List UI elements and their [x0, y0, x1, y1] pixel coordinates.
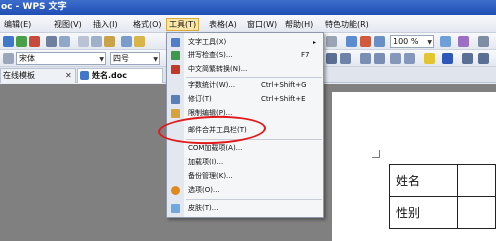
- print-icon[interactable]: [46, 36, 57, 47]
- tab-online-templates[interactable]: 在线模板 ✕: [0, 68, 76, 83]
- revision-icon: [171, 95, 180, 104]
- menu-format[interactable]: 格式(O): [131, 18, 164, 31]
- close-icon[interactable]: ✕: [65, 69, 72, 83]
- menu-special[interactable]: 特色功能(R): [323, 18, 371, 31]
- extra-icon[interactable]: [458, 36, 469, 47]
- menu-item-com-addins[interactable]: COM加载项(A)...: [167, 142, 323, 155]
- menu-item-chinese-conversion[interactable]: 中文简繁转换(N)...: [167, 63, 323, 76]
- menu-tools[interactable]: 工具(T): [166, 18, 200, 31]
- line-spacing-icon[interactable]: [340, 53, 351, 64]
- cut-icon[interactable]: [78, 36, 89, 47]
- menu-item-label: 选项(O)...: [188, 186, 220, 194]
- text-direction-icon[interactable]: [478, 53, 489, 64]
- format-painter-icon[interactable]: [134, 36, 145, 47]
- lock-icon: [171, 109, 180, 118]
- highlight-icon[interactable]: [424, 53, 435, 64]
- doc-icon: [80, 71, 89, 80]
- menu-item-shortcut: Ctrl+Shift+E: [261, 95, 306, 103]
- menu-help[interactable]: 帮助(H): [283, 18, 315, 31]
- menu-item-backup-manager[interactable]: 备份管理(K)...: [167, 170, 323, 183]
- chevron-down-icon: ▼: [99, 56, 104, 63]
- chinese-conversion-icon: [171, 65, 180, 74]
- paste-icon[interactable]: [104, 36, 115, 47]
- tab-label: 姓名.doc: [92, 71, 128, 80]
- char-border-icon[interactable]: [462, 53, 473, 64]
- help-icon[interactable]: [440, 36, 451, 47]
- menu-item-addins[interactable]: 加载项(I)...: [167, 156, 323, 169]
- menu-item-label: 中文简繁转换(N)...: [188, 65, 248, 73]
- print-preview-icon[interactable]: [59, 36, 70, 47]
- copy-icon[interactable]: [91, 36, 102, 47]
- tab-label: 在线模板: [3, 71, 35, 80]
- gear-icon: [171, 186, 180, 195]
- chart-icon[interactable]: [360, 36, 371, 47]
- menu-item-text-tools[interactable]: 文字工具(X) ▸: [167, 36, 323, 49]
- document-table[interactable]: 姓名 性别: [388, 164, 496, 229]
- font-size-select[interactable]: 四号 ▼: [110, 52, 160, 65]
- zoom-value: 100 %: [393, 37, 419, 46]
- font-name-select[interactable]: 宋体 ▼: [16, 52, 106, 65]
- menu-table[interactable]: 表格(A): [207, 18, 239, 31]
- menu-item-options[interactable]: 选项(O)...: [167, 184, 323, 197]
- spell-check-icon: [171, 51, 180, 60]
- menu-separator: [186, 199, 322, 200]
- menu-item-label: 字数统计(W)...: [188, 81, 236, 89]
- table-cell[interactable]: 性别: [388, 196, 459, 229]
- table-row: 姓名: [388, 164, 496, 197]
- menu-item-word-count[interactable]: 字数统计(W)... Ctrl+Shift+G: [167, 79, 323, 92]
- table-border-icon[interactable]: [326, 36, 337, 47]
- columns-icon[interactable]: [374, 36, 385, 47]
- table-cell[interactable]: 姓名: [388, 164, 459, 197]
- menu-item-shortcut: Ctrl+Shift+G: [261, 81, 307, 89]
- menu-item-label: 加载项(I)...: [188, 158, 224, 166]
- chevron-down-icon: ▼: [427, 39, 432, 46]
- bullet-list-icon[interactable]: [374, 53, 385, 64]
- drawing-icon[interactable]: [346, 36, 357, 47]
- undo-icon[interactable]: [121, 36, 132, 47]
- skin-icon: [171, 204, 180, 213]
- pdf-icon[interactable]: [29, 36, 40, 47]
- menu-item-revision[interactable]: 修订(T) Ctrl+Shift+E: [167, 93, 323, 106]
- text-tools-icon: [171, 38, 180, 47]
- align-icon[interactable]: [326, 53, 337, 64]
- menu-edit[interactable]: 编辑(E): [2, 18, 33, 31]
- menu-item-label: 文字工具(X): [188, 38, 227, 46]
- menu-insert[interactable]: 插入(I): [91, 18, 120, 31]
- font-size-value: 四号: [113, 54, 129, 63]
- menu-bar: 编辑(E) 视图(V) 插入(I) 格式(O) 工具(T) 表格(A) 窗口(W…: [0, 15, 496, 33]
- margin-corner-mark: [372, 150, 380, 158]
- menu-item-label: 皮肤(T)...: [188, 204, 219, 212]
- title-bar: oc - WPS 文字: [0, 0, 496, 15]
- zoom-select[interactable]: 100 % ▼: [390, 35, 434, 48]
- table-cell-empty[interactable]: [457, 164, 496, 197]
- numbered-list-icon[interactable]: [360, 53, 371, 64]
- menu-item-label: 备份管理(K)...: [188, 172, 233, 180]
- menu-item-spell-check[interactable]: 拼写检查(S)... F7: [167, 49, 323, 62]
- font-color-icon[interactable]: [442, 53, 453, 64]
- menu-item-shortcut: F7: [301, 51, 310, 59]
- menu-item-label: 修订(T): [188, 95, 212, 103]
- window-title: oc - WPS 文字: [1, 2, 67, 12]
- table-row: 性别: [388, 196, 496, 229]
- chevron-down-icon: ▼: [153, 56, 158, 63]
- table-cell-empty[interactable]: [457, 196, 496, 229]
- tab-document[interactable]: 姓名.doc: [77, 68, 163, 83]
- menu-item-skin[interactable]: 皮肤(T)...: [167, 202, 323, 215]
- export-icon[interactable]: [16, 36, 27, 47]
- font-name-value: 宋体: [19, 54, 35, 63]
- submenu-arrow-icon: ▸: [313, 39, 317, 46]
- menu-window[interactable]: 窗口(W): [245, 18, 279, 31]
- style-icon[interactable]: [3, 53, 14, 64]
- indent-icon[interactable]: [390, 53, 401, 64]
- menu-separator: [186, 77, 322, 78]
- outdent-icon[interactable]: [404, 53, 415, 64]
- menu-item-label: 拼写检查(S)...: [188, 51, 233, 59]
- save-icon[interactable]: [3, 36, 14, 47]
- menu-view[interactable]: 视图(V): [52, 18, 84, 31]
- more-icon[interactable]: [478, 36, 489, 47]
